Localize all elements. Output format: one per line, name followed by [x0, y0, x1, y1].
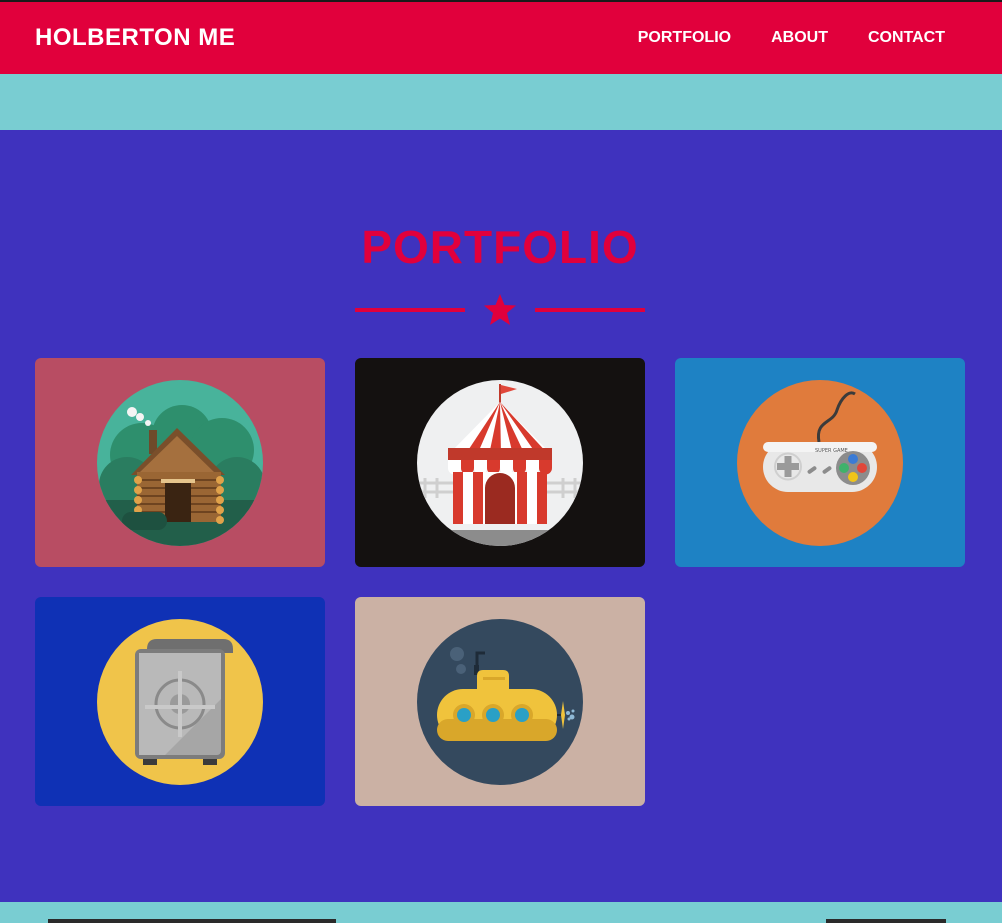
controller-brand-text: SUPER GAME — [815, 448, 848, 454]
divider-line-left — [355, 308, 465, 312]
portfolio-card-controller[interactable]: SUPER GAME — [675, 358, 965, 567]
nav-menu: PORTFOLIO ABOUT CONTACT — [638, 29, 945, 47]
window-bottom-border — [0, 919, 1002, 923]
portfolio-card-circus[interactable] — [355, 358, 645, 567]
safe-icon — [97, 618, 263, 785]
teal-strip-top — [0, 74, 1002, 130]
star-icon — [484, 294, 516, 325]
portfolio-card-submarine[interactable] — [355, 597, 645, 806]
game-controller-icon: SUPER GAME — [737, 379, 903, 546]
portfolio-card-safe[interactable] — [35, 597, 325, 806]
portfolio-title: PORTFOLIO — [361, 221, 639, 273]
nav-link-contact[interactable]: CONTACT — [868, 29, 945, 47]
nav-link-portfolio[interactable]: PORTFOLIO — [638, 29, 731, 47]
navbar: HOLBERTON ME PORTFOLIO ABOUT CONTACT — [0, 2, 1002, 74]
divider-line-right — [535, 308, 645, 312]
nav-link-about[interactable]: ABOUT — [771, 29, 828, 47]
circus-tent-icon — [417, 379, 583, 546]
brand-logo[interactable]: HOLBERTON ME — [35, 24, 235, 52]
title-divider — [355, 293, 645, 327]
submarine-icon — [417, 618, 583, 785]
portfolio-card-cabin[interactable] — [35, 358, 325, 567]
log-cabin-icon — [97, 379, 263, 546]
